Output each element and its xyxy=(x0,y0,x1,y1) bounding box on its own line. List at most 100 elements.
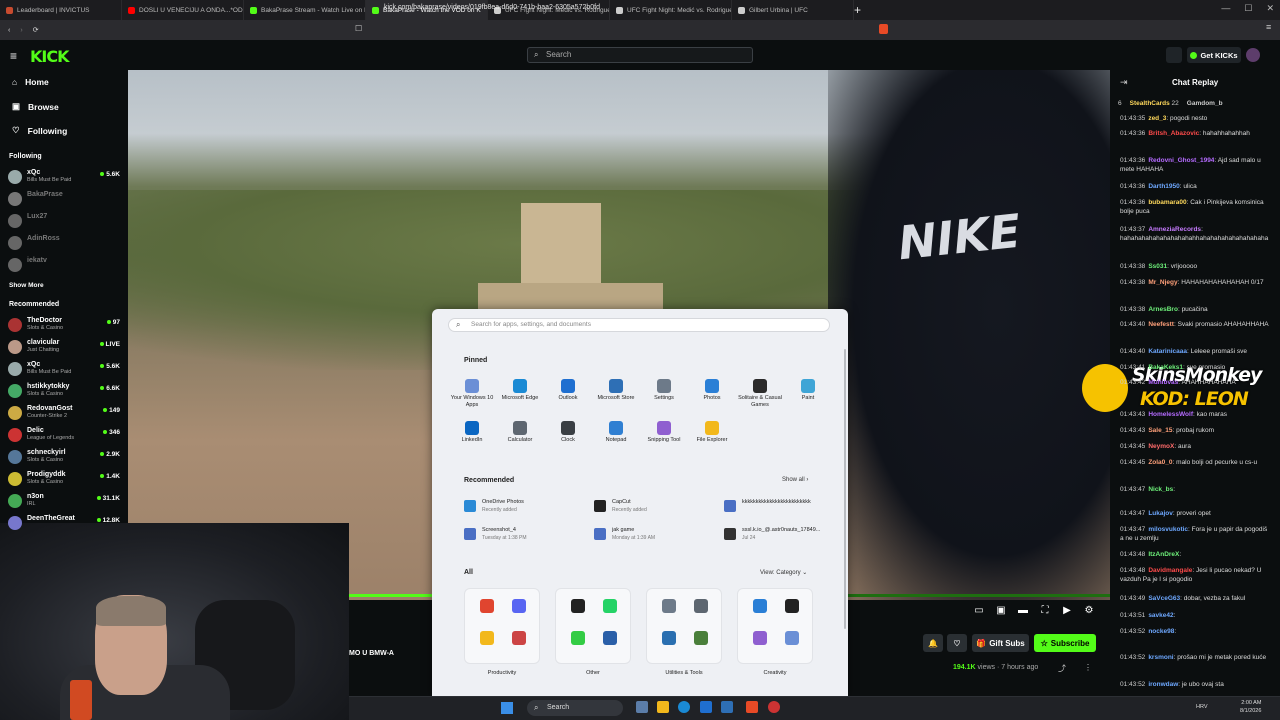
message-user[interactable]: AmneziaRecords xyxy=(1148,226,1201,233)
taskbar-clock[interactable]: 2:00 AM 8/1/2026 xyxy=(1240,699,1261,715)
channel-item[interactable]: schneckyirl Slots & Casino 2.9K xyxy=(8,448,122,465)
settings-icon[interactable]: ⚙ xyxy=(1083,605,1095,617)
message-user[interactable]: Nick_bs xyxy=(1148,486,1173,493)
edge-icon[interactable] xyxy=(678,701,690,713)
get-kicks-button[interactable]: Get KICKs xyxy=(1187,47,1241,63)
message-user[interactable]: Neefestt xyxy=(1148,321,1174,328)
message-user[interactable]: Darth1950 xyxy=(1148,183,1179,190)
clip-icon[interactable]: ▭ xyxy=(973,605,985,617)
browser-tab[interactable]: UFC Fight Night: Medić vs. Rodrigue xyxy=(610,0,732,20)
play-icon[interactable]: ▶ xyxy=(1061,605,1073,617)
message-user[interactable]: krsmoni xyxy=(1148,654,1173,661)
message-user[interactable]: Redovni_Ghost_1994 xyxy=(1148,157,1214,164)
channel-item[interactable]: DeenTheGreat 12.8K xyxy=(8,514,122,531)
subscribe-button[interactable]: ☆ Subscribe xyxy=(1034,634,1096,652)
collapse-chat-icon[interactable]: ⇥ xyxy=(1120,77,1128,88)
channel-item[interactable]: xQc Bills Must Be Paid 5.6K xyxy=(8,168,122,185)
kick-logo[interactable]: KICK xyxy=(30,47,69,66)
follow-button[interactable]: ♡ xyxy=(947,634,967,652)
pinned-app[interactable]: Photos xyxy=(688,379,736,402)
pinned-app[interactable]: Paint xyxy=(784,379,832,402)
channel-item[interactable]: xQc Bills Must Be Paid 5.6K xyxy=(8,360,122,377)
hamburger-icon[interactable]: ≡ xyxy=(10,49,17,63)
avatar[interactable] xyxy=(1246,48,1260,62)
pinned-app[interactable]: Clock xyxy=(544,421,592,444)
browser-tab[interactable]: DOSLI U VENECIJU A ONDA...*ODLE xyxy=(122,0,244,20)
pinned-app[interactable]: Notepad xyxy=(592,421,640,444)
taskbar-search[interactable]: ⌕ Search xyxy=(527,700,623,716)
url-text[interactable]: kick.com/bakaprase/videos/019fb8ea-d6d0-… xyxy=(384,4,600,11)
brave-shield-icon[interactable] xyxy=(879,24,888,34)
maximize-icon[interactable]: ☐ xyxy=(1244,3,1252,14)
channel-item[interactable]: Delic League of Legends 346 xyxy=(8,426,122,443)
message-user[interactable]: SaVceG63 xyxy=(1148,595,1180,602)
pinned-app[interactable]: Outlook xyxy=(544,379,592,402)
browser-tab[interactable]: Gilbert Urbina | UFC xyxy=(732,0,854,20)
message-user[interactable]: ItzAnDreX xyxy=(1148,551,1179,558)
gift-subs-button[interactable]: 🎁 Gift Subs xyxy=(972,634,1029,652)
bookmark-icon[interactable]: ☐ xyxy=(355,24,362,33)
message-user[interactable]: Britsh_Abazovic xyxy=(1148,130,1199,137)
pinned-app[interactable]: Microsoft Store xyxy=(592,379,640,402)
show-all-button[interactable]: Show all › xyxy=(782,477,808,483)
message-user[interactable]: zed_3 xyxy=(1148,115,1166,122)
stats-icon[interactable] xyxy=(1166,47,1182,63)
message-user[interactable]: Katarinicaaa xyxy=(1148,348,1187,355)
store-icon[interactable] xyxy=(721,701,733,713)
recommended-file[interactable]: kkkkkkkkkkkkkkkkkkkkkkkkk xyxy=(724,497,844,519)
fullscreen-icon[interactable]: ⛶ xyxy=(1039,605,1051,617)
pinned-app[interactable]: Calculator xyxy=(496,421,544,444)
menu-icon[interactable]: ≡ xyxy=(1266,22,1271,32)
channel-item[interactable]: Lux27 xyxy=(8,212,122,229)
channel-item[interactable]: Prodigyddk Slots & Casino 1.4K xyxy=(8,470,122,487)
category-folder[interactable] xyxy=(646,588,722,664)
theater-icon[interactable]: ▬ xyxy=(1017,605,1029,617)
recommended-file[interactable]: OneDrive Photos Recently added xyxy=(464,497,584,519)
pip-icon[interactable]: ▣ xyxy=(995,605,1007,617)
category-folder[interactable] xyxy=(555,588,631,664)
view-category-dropdown[interactable]: View: Category ⌄ xyxy=(760,569,807,576)
message-user[interactable]: BakaKeks1 xyxy=(1148,364,1183,371)
pinned-app[interactable]: Microsoft Edge xyxy=(496,379,544,402)
brave-icon[interactable] xyxy=(746,701,758,713)
outlook-icon[interactable] xyxy=(700,701,712,713)
pinned-app[interactable]: Snipping Tool xyxy=(640,421,688,444)
pinned-app[interactable]: LinkedIn xyxy=(448,421,496,444)
recommended-file[interactable]: jak game Monday at 1:39 AM xyxy=(594,525,714,547)
channel-item[interactable]: iekatv xyxy=(8,256,122,273)
channel-item[interactable]: TheDoctor Slots & Casino 97 xyxy=(8,316,122,333)
pinned-app[interactable]: Settings xyxy=(640,379,688,402)
app-icon[interactable] xyxy=(768,701,780,713)
nav-home[interactable]: ⌂ Home xyxy=(12,77,49,87)
show-more-link[interactable]: Show More xyxy=(9,282,44,289)
recommended-file[interactable]: Screenshot_4 Tuesday at 1:38 PM xyxy=(464,525,584,547)
close-icon[interactable]: ✕ xyxy=(1266,3,1274,14)
message-user[interactable]: milosvukotic xyxy=(1148,526,1188,533)
forward-icon[interactable]: › xyxy=(20,27,22,34)
reload-icon[interactable]: ⟳ xyxy=(33,26,39,34)
pinned-app[interactable]: File Explorer xyxy=(688,421,736,444)
share-icon[interactable]: ⤴ xyxy=(1058,663,1066,674)
browser-tab[interactable]: Leaderboard | INVICTUS xyxy=(0,0,122,20)
minimize-icon[interactable]: — xyxy=(1221,3,1230,14)
task-view-icon[interactable] xyxy=(636,701,648,713)
message-user[interactable]: ArnesBro xyxy=(1148,306,1178,313)
message-user[interactable]: bubamara00 xyxy=(1148,199,1186,206)
recommended-file[interactable]: CapCut Recently added xyxy=(594,497,714,519)
channel-item[interactable]: hstikkytokky Slots & Casino 6.6K xyxy=(8,382,122,399)
message-user[interactable]: Sale_15 xyxy=(1148,427,1172,434)
category-folder[interactable] xyxy=(464,588,540,664)
pinned-app[interactable]: Solitaire & Casual Games xyxy=(736,379,784,409)
channel-item[interactable]: n3on IRL 31.1K xyxy=(8,492,122,509)
message-user[interactable]: nocke98 xyxy=(1148,628,1174,635)
message-user[interactable]: Mr_Njegy xyxy=(1148,279,1177,286)
back-icon[interactable]: ‹ xyxy=(8,27,10,34)
recommended-file[interactable]: sssl.k.io_@.astr0nauts_17849... Jul 24 xyxy=(724,525,844,547)
more-icon[interactable]: ⋮ xyxy=(1084,663,1092,672)
message-user[interactable]: Davidmangale xyxy=(1148,567,1192,574)
message-user[interactable]: HomelessWolf xyxy=(1148,411,1193,418)
notify-button[interactable]: 🔔 xyxy=(923,634,943,652)
start-search-input[interactable]: ⌕ Search for apps, settings, and documen… xyxy=(448,318,830,332)
message-user[interactable]: NeymoX xyxy=(1148,443,1174,450)
message-user[interactable]: Ss031 xyxy=(1148,263,1167,270)
